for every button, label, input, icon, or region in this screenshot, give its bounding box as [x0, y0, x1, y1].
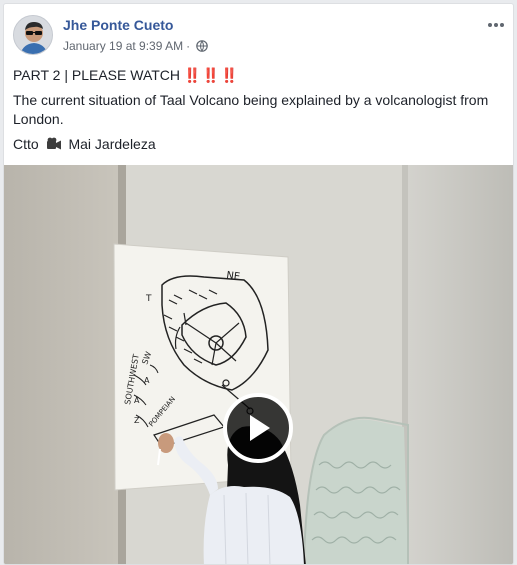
video-frame: NE T SOUTHWEST SW A A Z POMPEIAN: [4, 165, 513, 564]
video-camera-icon: [46, 137, 62, 156]
wb-label-a2: A: [134, 396, 140, 405]
post-line-3: Ctto Mai Jardeleza: [13, 135, 505, 156]
post-line-3-credit: Mai Jardeleza: [68, 136, 156, 152]
post-header: Jhe Ponte Cueto January 19 at 9:39 AM ·: [13, 15, 508, 57]
post-line-1-text: PART 2 | PLEASE WATCH: [13, 67, 181, 83]
meta-separator: ·: [186, 39, 191, 53]
post-line-1: PART 2 | PLEASE WATCH ‼️‼️‼️: [13, 66, 505, 85]
avatar-image: [14, 16, 52, 54]
post-text: PART 2 | PLEASE WATCH ‼️‼️‼️ The current…: [13, 66, 505, 162]
post-meta: January 19 at 9:39 AM ·: [63, 39, 208, 53]
exclamation-emoji: ‼️‼️‼️: [183, 67, 240, 83]
video-player[interactable]: NE T SOUTHWEST SW A A Z POMPEIAN: [4, 165, 513, 564]
post-line-2: The current situation of Taal Volcano be…: [13, 92, 489, 127]
post-line-3-prefix: Ctto: [13, 136, 39, 152]
play-icon[interactable]: [223, 393, 293, 463]
globe-icon[interactable]: [196, 40, 208, 52]
wb-label-t: T: [145, 294, 152, 304]
avatar[interactable]: [13, 15, 53, 55]
post-timestamp[interactable]: January 19 at 9:39 AM: [63, 39, 183, 53]
post-card: Jhe Ponte Cueto January 19 at 9:39 AM · …: [3, 3, 514, 565]
more-options-icon[interactable]: [484, 17, 508, 33]
wb-label-ne: NE: [226, 270, 241, 283]
author-name[interactable]: Jhe Ponte Cueto: [63, 17, 173, 33]
